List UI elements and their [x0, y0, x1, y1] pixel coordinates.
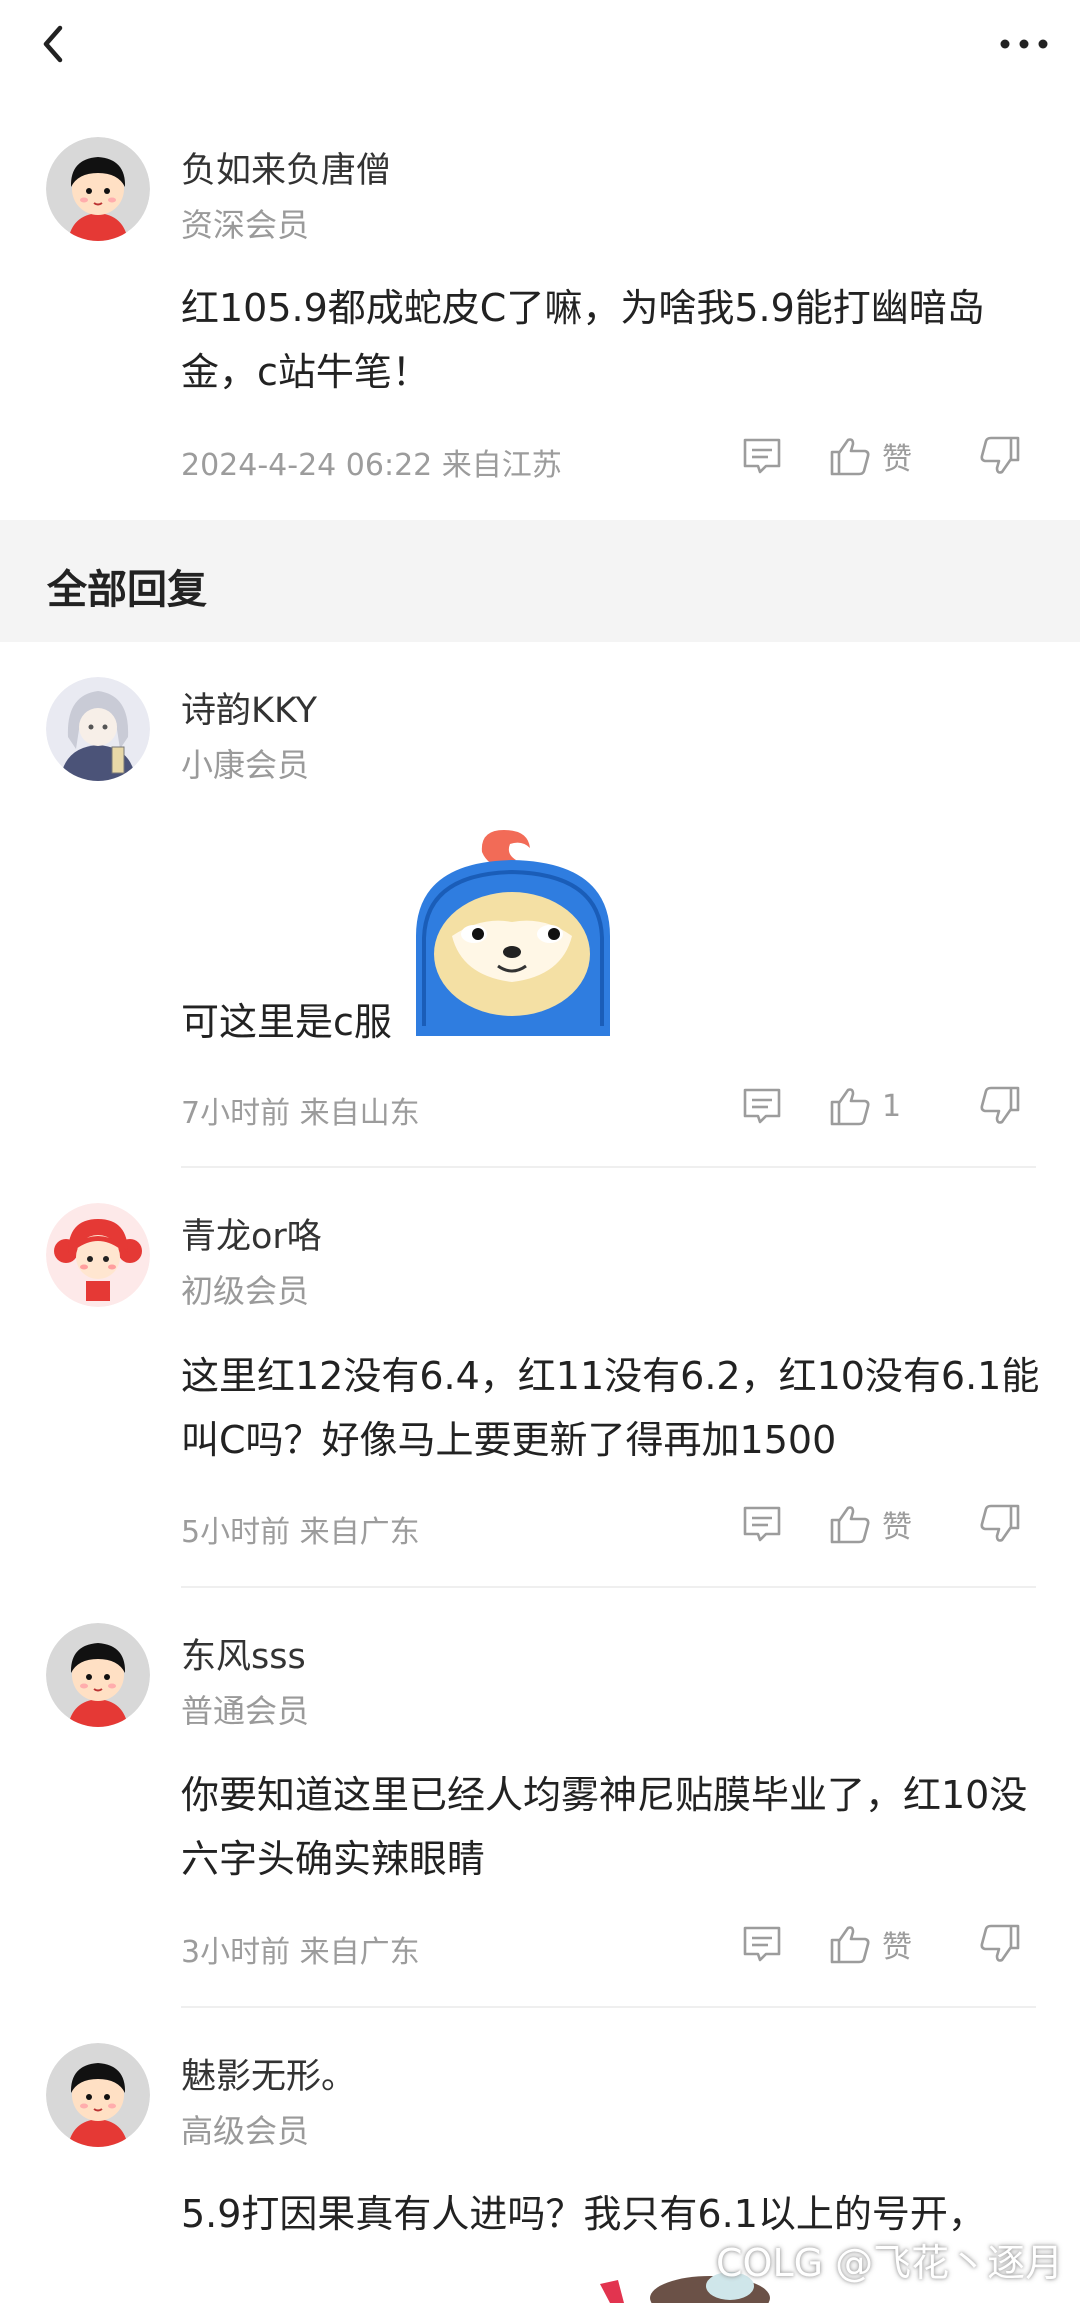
comment-button[interactable]	[740, 434, 784, 478]
reply-author[interactable]: 魅影无形。	[181, 2048, 356, 2099]
like-label: 赞	[882, 442, 912, 477]
avatar[interactable]	[46, 1203, 150, 1307]
like-button[interactable]: 赞	[828, 1922, 912, 1966]
reply-author[interactable]: 诗韵KKY	[181, 682, 317, 733]
section-title: 全部回复	[47, 567, 207, 613]
avatar[interactable]	[46, 2043, 150, 2147]
reply-meta: 3小时前 来自广东	[181, 1935, 420, 1970]
watermark: COLG @飞花丶逐月	[716, 2241, 1064, 2285]
replies-section-header: 全部回复	[0, 520, 1080, 642]
avatar[interactable]	[46, 1623, 150, 1727]
default-avatar-icon	[46, 2043, 150, 2147]
reply-meta: 7小时前 来自山东	[181, 1096, 420, 1131]
thumbs-up-icon	[830, 1926, 870, 1964]
post-author[interactable]: 负如来负唐僧	[181, 142, 391, 193]
reply-content: 你要知道这里已经人均雾神尼贴膜毕业了，红10没六字头确实辣眼睛	[181, 1773, 1028, 1881]
thumbs-down-icon	[980, 1504, 1020, 1542]
post-author-level: 资深会员	[181, 206, 310, 244]
more-dots-icon	[1000, 39, 1048, 49]
comment-button[interactable]	[740, 1502, 784, 1546]
post-content: 红105.9都成蛇皮C了嘛，为啥我5.9能打幽暗岛金，c站牛笔！	[181, 286, 985, 394]
reply-author-level: 普通会员	[181, 1692, 310, 1730]
post-meta: 2024-4-24 06:22 来自江苏	[181, 448, 562, 483]
divider	[181, 1166, 1036, 1168]
like-label: 赞	[882, 1510, 912, 1545]
thumbs-up-icon	[830, 438, 870, 476]
like-button[interactable]: 赞	[828, 1502, 912, 1546]
comment-button[interactable]	[740, 1922, 784, 1966]
default-avatar-icon	[46, 137, 150, 241]
dislike-button[interactable]	[978, 1502, 1022, 1546]
divider	[181, 2006, 1036, 2008]
thumbs-down-icon	[980, 1086, 1020, 1124]
like-label: 赞	[882, 1930, 912, 1965]
thumbs-up-icon	[830, 1088, 870, 1126]
avatar[interactable]	[46, 137, 150, 241]
reply-author-level: 小康会员	[181, 746, 310, 784]
default-avatar-icon	[46, 1623, 150, 1727]
like-button[interactable]: 赞	[828, 434, 912, 478]
reply-author[interactable]: 青龙or咯	[181, 1208, 322, 1259]
sticker-image	[412, 826, 614, 1036]
comment-button[interactable]	[740, 1084, 784, 1128]
comment-icon	[743, 1926, 781, 1962]
avatar[interactable]	[46, 677, 150, 781]
more-options-button[interactable]	[994, 22, 1054, 66]
reply-content: 这里红12没有6.4，红11没有6.2，红10没有6.1能叫C吗？好像马上要更新…	[181, 1354, 1040, 1462]
back-button[interactable]	[30, 18, 74, 70]
reply-author-level: 高级会员	[181, 2112, 310, 2150]
reply-meta: 5小时前 来自广东	[181, 1515, 420, 1550]
thumbs-down-icon	[980, 1924, 1020, 1962]
comment-icon	[743, 438, 781, 474]
chevron-left-icon	[43, 25, 63, 63]
reply-author-level: 初级会员	[181, 1272, 310, 1310]
red-girl-avatar-icon	[46, 1203, 150, 1307]
reply-content: 可这里是c服	[181, 1000, 392, 1044]
dislike-button[interactable]	[978, 1922, 1022, 1966]
like-count: 1	[882, 1088, 902, 1124]
thumbs-down-icon	[980, 436, 1020, 474]
thumbs-up-icon	[830, 1506, 870, 1544]
sticker-dog-icon	[416, 830, 610, 1036]
top-bar	[0, 0, 1080, 90]
dislike-button[interactable]	[978, 434, 1022, 478]
anime-avatar-icon	[46, 677, 150, 781]
reply-author[interactable]: 东风sss	[181, 1628, 306, 1679]
like-button[interactable]: 1	[828, 1084, 901, 1128]
comment-icon	[743, 1088, 781, 1124]
divider	[181, 1586, 1036, 1588]
comment-icon	[743, 1506, 781, 1542]
dislike-button[interactable]	[978, 1084, 1022, 1128]
